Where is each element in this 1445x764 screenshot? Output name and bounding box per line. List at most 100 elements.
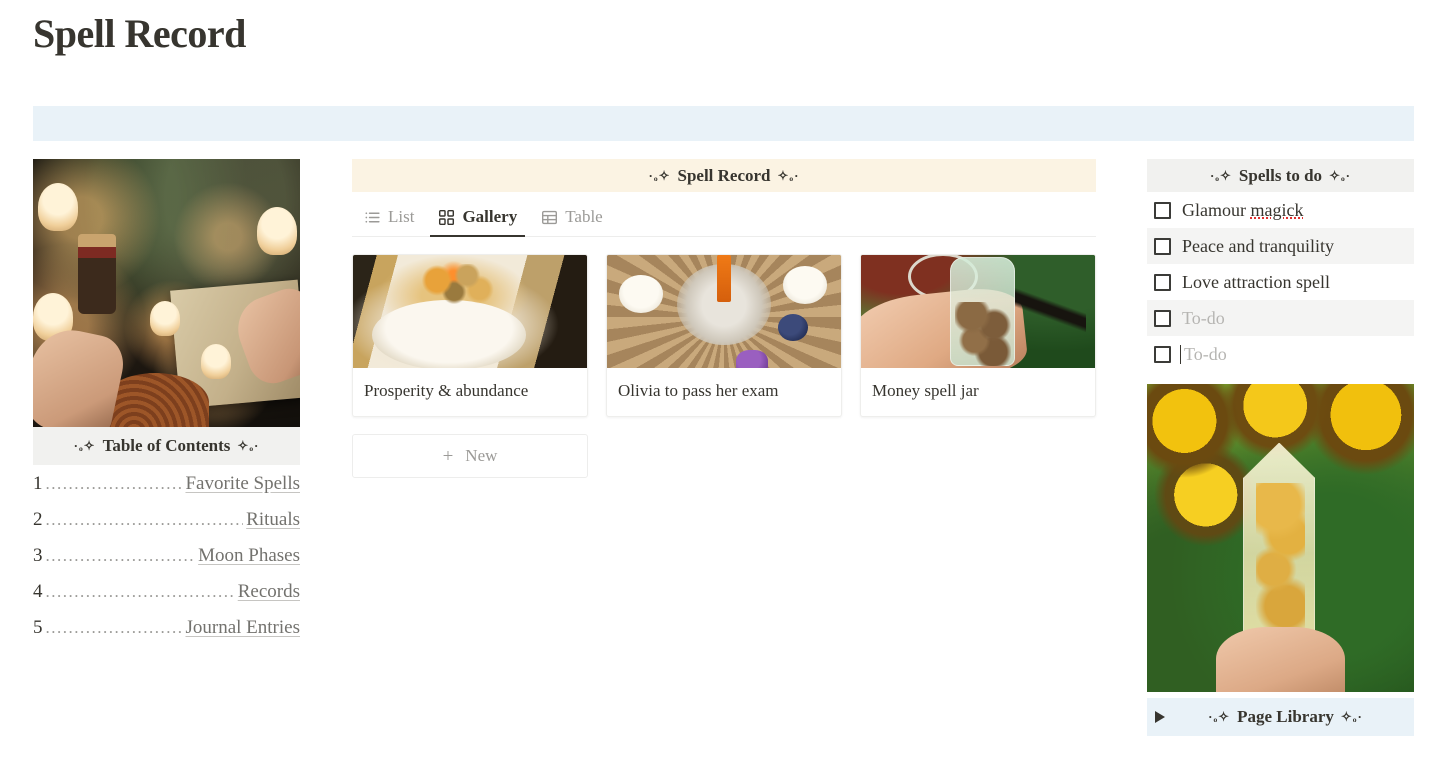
card-image — [607, 255, 841, 368]
plus-icon: + — [442, 445, 454, 467]
toc-number: 1 — [33, 473, 43, 494]
altar-candle — [150, 301, 180, 336]
triangle-right-icon[interactable] — [1155, 711, 1165, 723]
altar-image[interactable] — [33, 159, 300, 427]
toc-entry[interactable]: 4 ......................................… — [33, 581, 300, 617]
altar-candle — [38, 183, 79, 232]
holding-hand — [1216, 627, 1345, 692]
database-heading-label: Spell Record — [677, 165, 771, 185]
ornament-right-icon: ✧ₒ· — [237, 438, 260, 453]
misspelled-word: magick — [1250, 199, 1304, 220]
todo-item-placeholder[interactable]: To-do — [1182, 308, 1225, 329]
toc-leader: ........................................… — [45, 618, 183, 637]
page-title: Spell Record — [33, 11, 246, 56]
todo-item[interactable]: Love attraction spell — [1147, 264, 1414, 300]
card-image-tealight — [618, 275, 664, 313]
crystal-image[interactable] — [1147, 384, 1414, 692]
card-image-crystal — [777, 313, 809, 341]
card-image-tealight — [782, 266, 827, 304]
checkbox-icon[interactable] — [1154, 345, 1171, 363]
new-row-button[interactable]: + New — [352, 434, 588, 478]
crystal-inclusions — [1256, 482, 1305, 637]
toc-number: 3 — [33, 545, 43, 566]
ornament-left-icon: ·ₒ✧ — [648, 167, 671, 183]
toc-entry[interactable]: 2 ......................................… — [33, 509, 300, 545]
toc-heading-label: Table of Contents — [102, 436, 231, 455]
card-image-cord — [1015, 255, 1086, 368]
toc-leader: ........................................… — [45, 510, 244, 529]
tab-list-label: List — [388, 207, 415, 226]
todo-item[interactable]: Peace and tranquility — [1147, 228, 1414, 264]
todo-item[interactable]: Glamour magick — [1147, 192, 1414, 228]
toc-number: 4 — [33, 581, 43, 602]
altar-candle — [257, 207, 298, 256]
tab-gallery[interactable]: Gallery — [430, 207, 525, 237]
checkbox-icon[interactable] — [1154, 273, 1171, 291]
toc-leader: ........................................… — [45, 474, 183, 493]
toc-list: 1 ......................................… — [33, 465, 300, 653]
gallery-card[interactable]: Prosperity & abundance — [352, 254, 588, 417]
gallery-cards: Prosperity & abundance Olivia to pass he… — [352, 254, 1096, 417]
tab-gallery-label: Gallery — [462, 207, 518, 226]
toc-link[interactable]: Moon Phases — [198, 545, 300, 567]
card-image-crystal — [735, 349, 769, 368]
altar-candle — [201, 343, 231, 379]
card-image-candle — [716, 255, 731, 303]
tab-table-label: Table — [565, 207, 603, 226]
ornament-right-icon: ✧ₒ· — [1329, 167, 1352, 183]
toc-link[interactable]: Favorite Spells — [185, 473, 300, 495]
toc-number: 2 — [33, 509, 43, 530]
todo-item-label[interactable]: Glamour magick — [1182, 200, 1303, 221]
page-root: Spell Record ·ₒ✧ Table of Contents ✧ₒ· 1… — [0, 0, 1445, 764]
toc-entry[interactable]: 1 ......................................… — [33, 473, 300, 509]
checkbox-icon[interactable] — [1154, 201, 1171, 219]
card-image-herbs — [409, 264, 503, 305]
database-header: ·ₒ✧ Spell Record ✧ₒ· — [352, 159, 1096, 192]
page-library-label: Page Library — [1237, 707, 1334, 726]
todo-item[interactable]: To-do — [1147, 336, 1414, 372]
toc-number: 5 — [33, 617, 43, 638]
toc-entry[interactable]: 5 ......................................… — [33, 617, 300, 653]
toc-link[interactable]: Journal Entries — [185, 617, 300, 639]
ornament-right-icon: ✧ₒ· — [1340, 709, 1363, 724]
card-title: Prosperity & abundance — [364, 381, 529, 400]
checkbox-icon[interactable] — [1154, 309, 1171, 327]
right-column: ·ₒ✧ Spells to do ✧ₒ· Glamour magick Peac… — [1147, 159, 1414, 736]
view-tabs: List Gallery Table — [352, 192, 1096, 237]
ornament-left-icon: ·ₒ✧ — [73, 438, 96, 453]
blue-callout-bar[interactable] — [33, 106, 1414, 141]
todo-header: ·ₒ✧ Spells to do ✧ₒ· — [1147, 159, 1414, 192]
toc-entry[interactable]: 3 ......................................… — [33, 545, 300, 581]
card-title: Olivia to pass her exam — [618, 381, 779, 400]
todo-item-placeholder-focused[interactable]: To-do — [1180, 344, 1227, 365]
new-row-label: New — [465, 446, 498, 465]
gallery-card[interactable]: Olivia to pass her exam — [606, 254, 842, 417]
card-image-contents — [954, 302, 1011, 366]
ornament-right-icon: ✧ₒ· — [777, 167, 800, 183]
card-image — [353, 255, 587, 368]
tab-table[interactable]: Table — [533, 207, 611, 236]
todo-heading-label: Spells to do — [1238, 165, 1323, 185]
toc-link[interactable]: Rituals — [246, 509, 300, 531]
todo-item-label[interactable]: Love attraction spell — [1182, 272, 1330, 293]
todo-item[interactable]: To-do — [1147, 300, 1414, 336]
toc-link[interactable]: Records — [238, 581, 300, 603]
gallery-grid-icon — [438, 209, 455, 226]
tab-list[interactable]: List — [356, 207, 422, 236]
database-column: ·ₒ✧ Spell Record ✧ₒ· List Gallery Table … — [352, 159, 1096, 478]
card-image — [861, 255, 1095, 368]
toc-leader: ........................................… — [45, 582, 235, 601]
gallery-card[interactable]: Money spell jar — [860, 254, 1096, 417]
altar-bottle — [78, 234, 116, 315]
toc-leader: ........................................… — [45, 546, 196, 565]
ornament-left-icon: ·ₒ✧ — [1208, 709, 1231, 724]
todo-item-label[interactable]: Peace and tranquility — [1182, 236, 1334, 257]
table-icon — [541, 209, 558, 226]
toc-header: ·ₒ✧ Table of Contents ✧ₒ· — [33, 427, 300, 465]
left-column: ·ₒ✧ Table of Contents ✧ₒ· 1 ............… — [33, 159, 300, 653]
checkbox-icon[interactable] — [1154, 237, 1171, 255]
page-library-toggle[interactable]: ·ₒ✧ Page Library ✧ₒ· — [1147, 698, 1414, 736]
card-title: Money spell jar — [872, 381, 979, 400]
card-image-plate — [371, 300, 527, 368]
list-icon — [364, 209, 381, 226]
